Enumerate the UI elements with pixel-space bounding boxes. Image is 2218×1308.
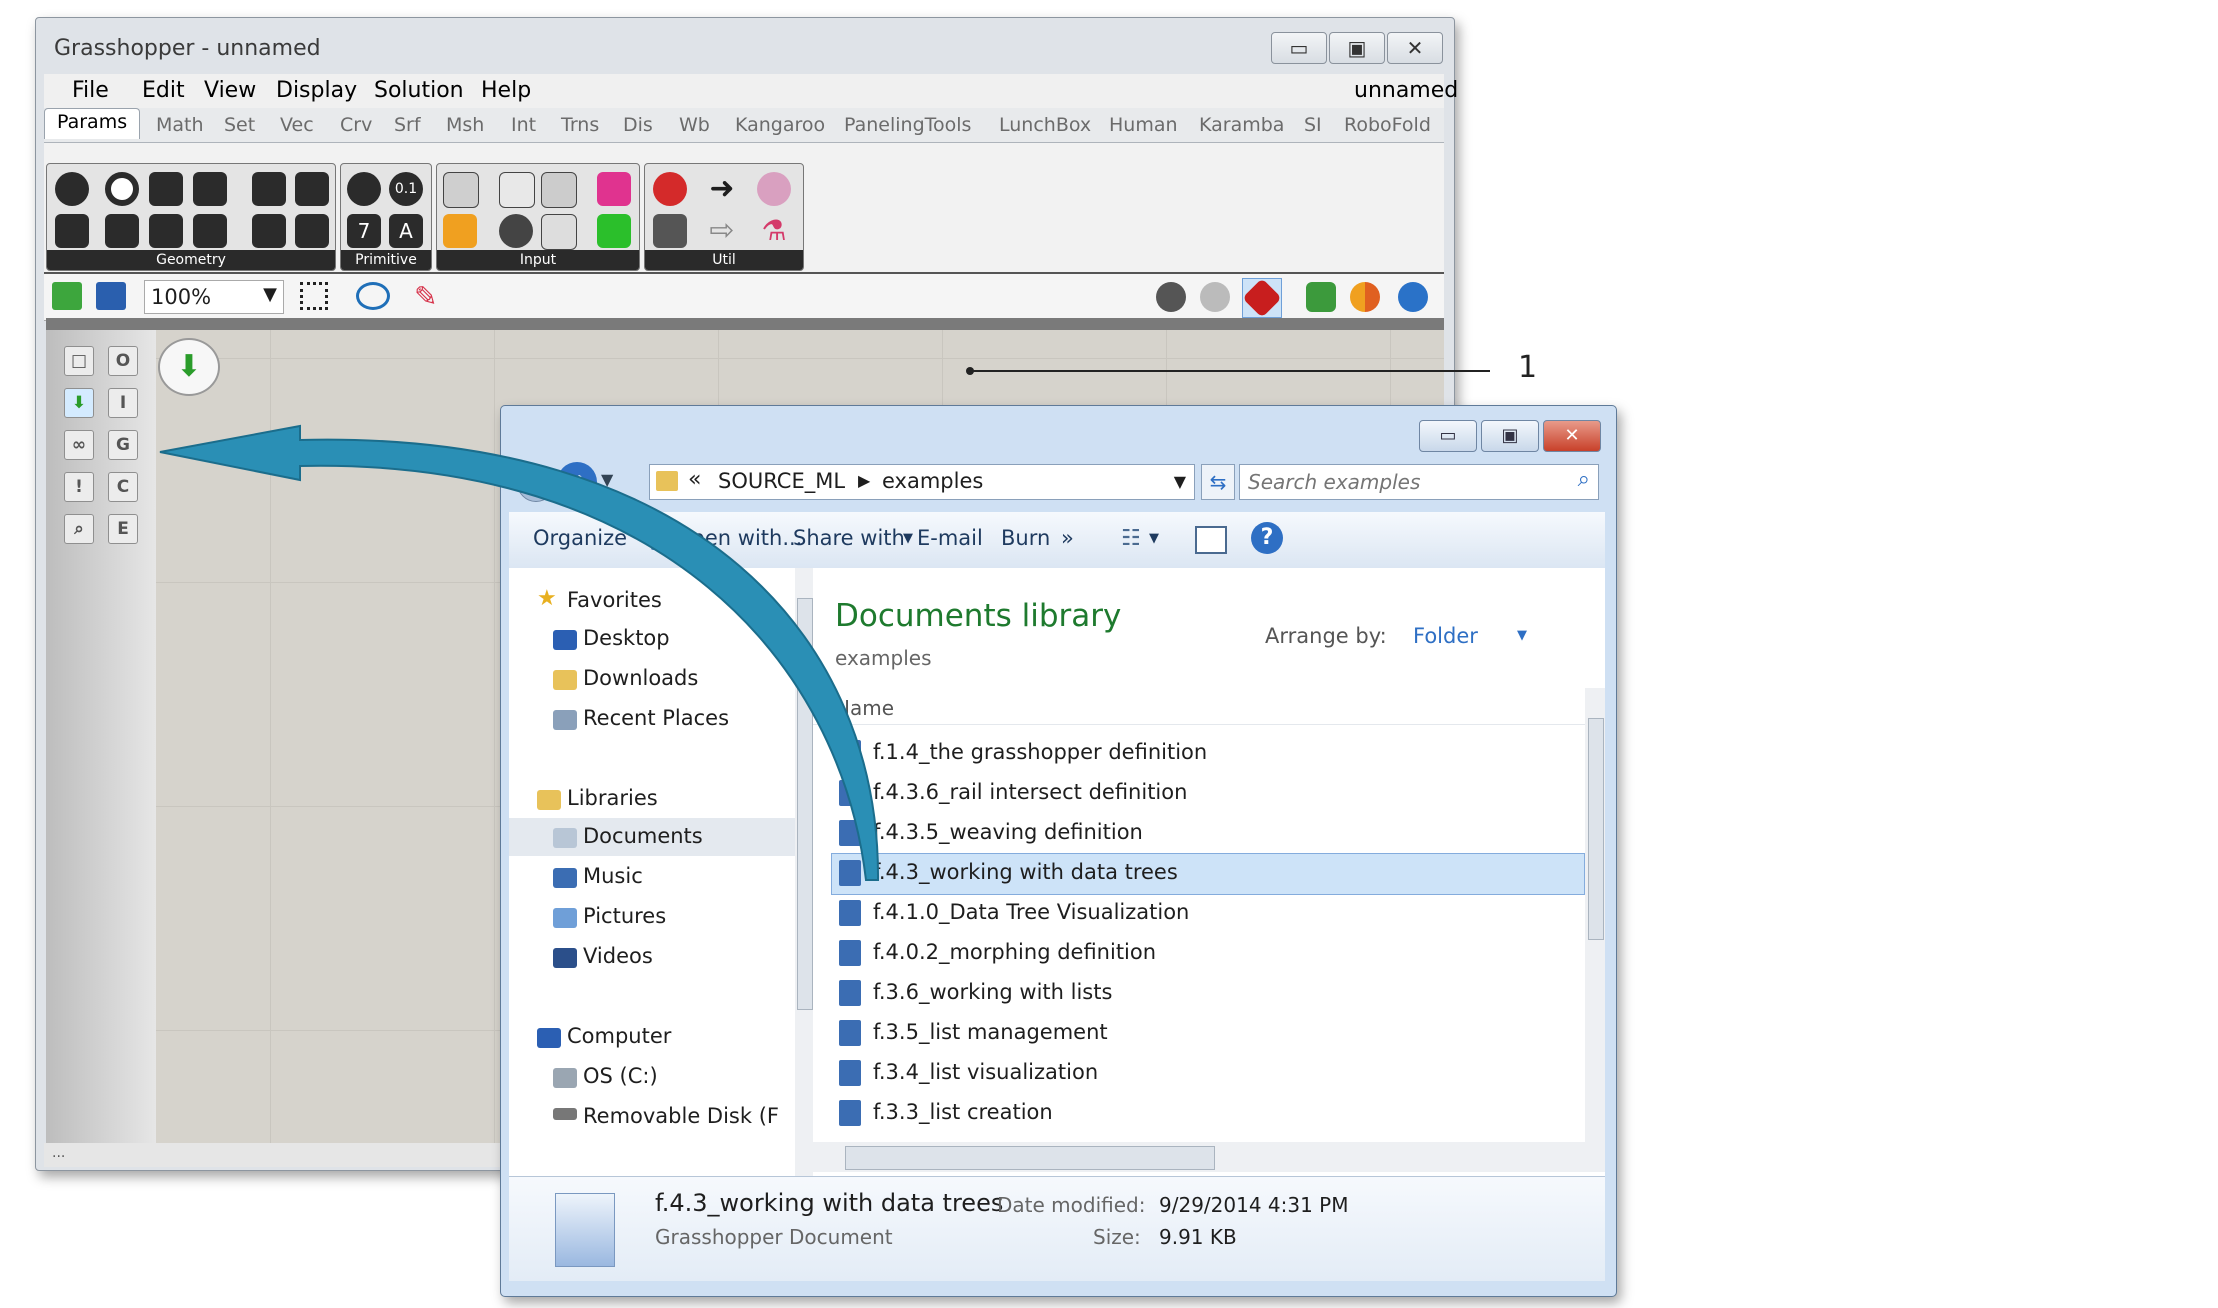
- drag-arrow-overlay: [159, 424, 880, 881]
- drag-arrow-icon: [159, 424, 880, 881]
